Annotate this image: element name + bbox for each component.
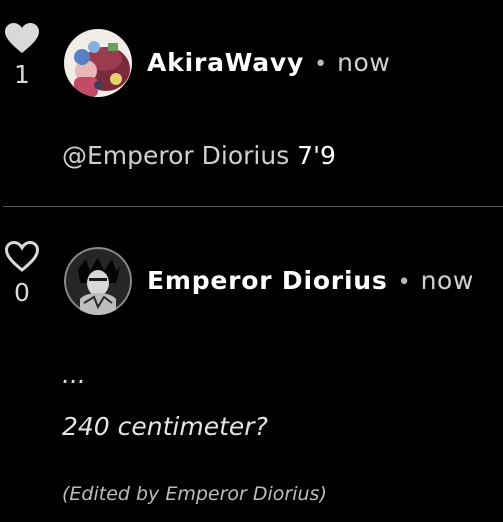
- like-count: 1: [14, 60, 30, 89]
- comment-line-2: 240 centimeter?: [62, 412, 268, 441]
- comment-item: 0 Emperor Diorius • now ... 240 centimeter…: [0, 208, 503, 522]
- timestamp: now: [420, 266, 474, 295]
- comment-line-1: ...: [62, 360, 86, 389]
- user-mention-link[interactable]: @Emperor Diorius: [62, 141, 289, 170]
- comment-body: 7'9: [289, 141, 336, 170]
- user-avatar[interactable]: [64, 29, 132, 97]
- user-avatar[interactable]: [64, 247, 132, 315]
- heart-filled-icon[interactable]: [4, 22, 40, 55]
- like-control: 0: [0, 240, 44, 307]
- separator-dot: •: [397, 270, 411, 295]
- separator-dot: •: [314, 52, 328, 77]
- comment-item: 1 AkiraWavy • now @Emperor Diorius 7'9: [0, 0, 503, 206]
- username[interactable]: Emperor Diorius: [147, 266, 388, 295]
- heart-outline-icon[interactable]: [4, 240, 40, 273]
- like-control: 1: [0, 22, 44, 89]
- comment-header: AkiraWavy • now: [147, 48, 390, 80]
- anime-avatar-icon: [64, 29, 132, 97]
- comment-header: Emperor Diorius • now: [147, 266, 474, 298]
- username[interactable]: AkiraWavy: [147, 48, 304, 77]
- edited-note: (Edited by Emperor Diorius): [62, 483, 327, 505]
- dark-character-avatar-icon: [64, 247, 132, 315]
- comment-divider: [3, 206, 503, 207]
- timestamp: now: [337, 48, 391, 77]
- like-count: 0: [14, 278, 30, 307]
- comment-text: @Emperor Diorius 7'9: [62, 141, 336, 171]
